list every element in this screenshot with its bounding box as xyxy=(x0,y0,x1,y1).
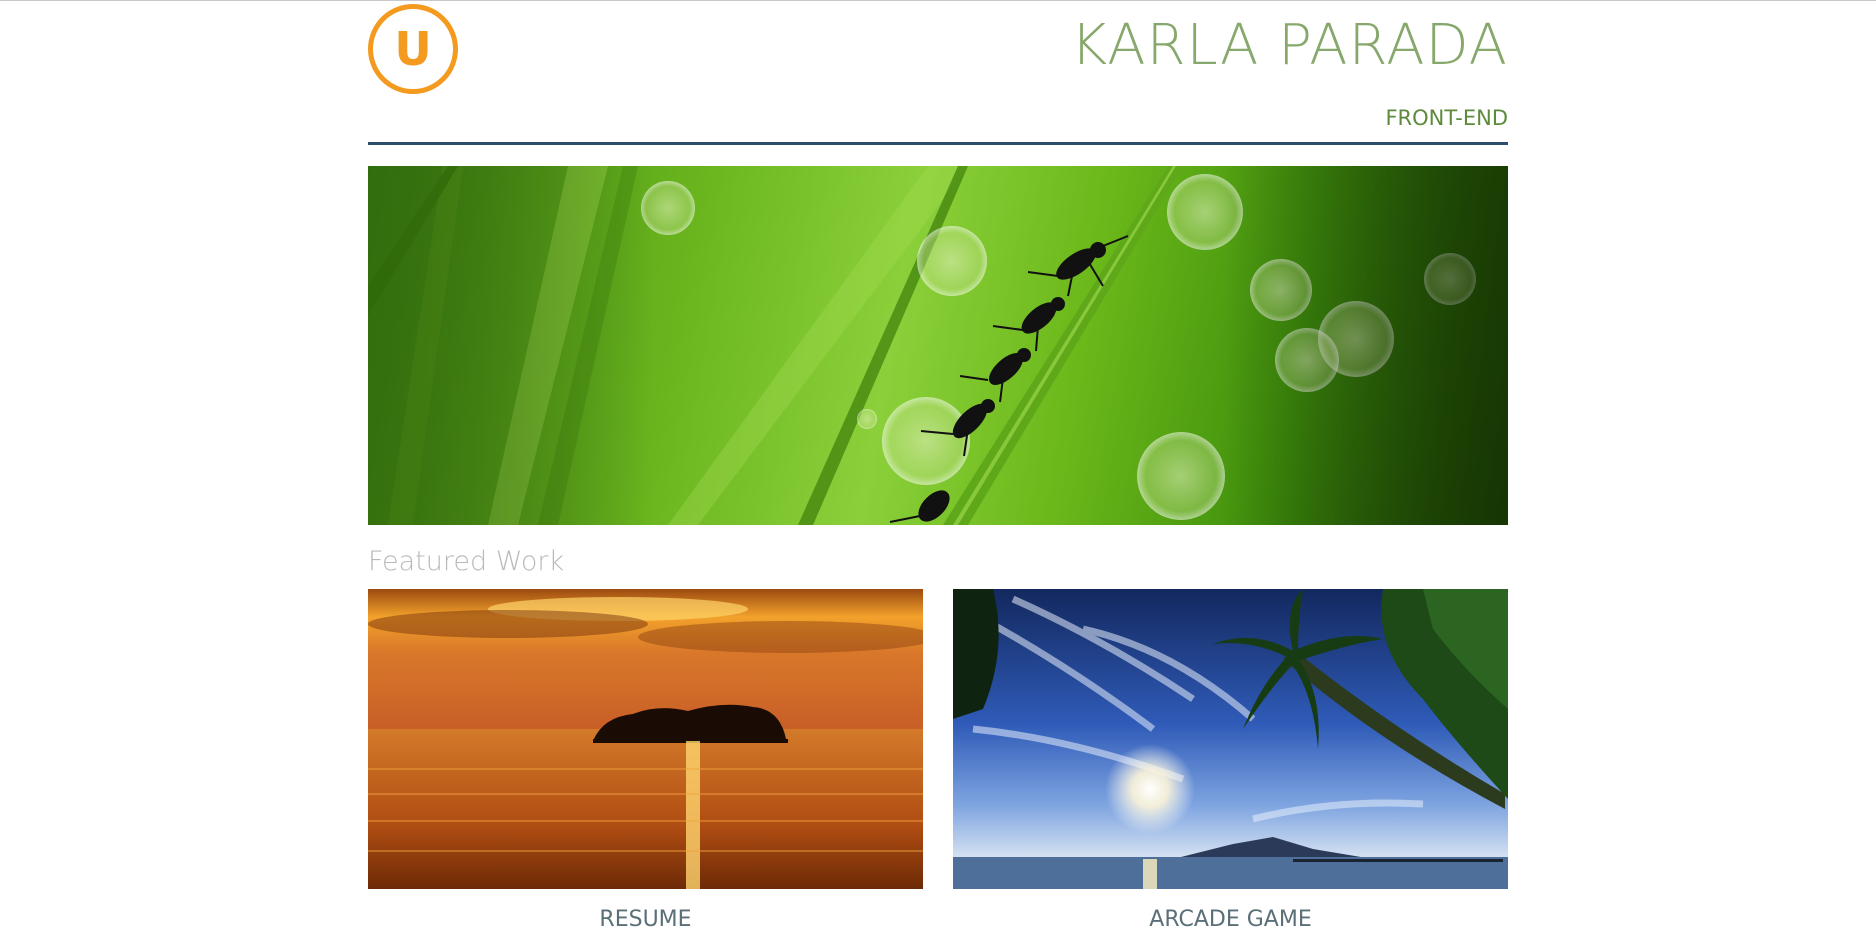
logo-letter: U xyxy=(394,22,432,76)
resume-thumbnail[interactable] xyxy=(368,589,923,889)
resume-link[interactable]: RESUME xyxy=(368,909,923,931)
header-divider xyxy=(368,142,1508,145)
hero-image xyxy=(368,166,1508,525)
featured-work-heading: Featured Work xyxy=(368,546,565,577)
site-title: KARLA PARADA xyxy=(1070,13,1508,78)
arcade-game-thumbnail[interactable] xyxy=(953,589,1508,889)
featured-card-resume[interactable]: RESUME xyxy=(368,589,923,931)
hero-grass-ants-illustration xyxy=(368,166,1508,525)
tropical-sky-palm-illustration xyxy=(953,589,1508,889)
arcade-game-link[interactable]: ARCADE GAME xyxy=(953,909,1508,931)
featured-card-arcade-game[interactable]: ARCADE GAME xyxy=(953,589,1508,931)
site-subtitle: FRONT-END xyxy=(1385,106,1508,130)
sunset-island-illustration xyxy=(368,589,923,889)
page-container: U KARLA PARADA FRONT-END Featured Work R… xyxy=(368,0,1508,942)
logo[interactable]: U xyxy=(368,4,458,94)
